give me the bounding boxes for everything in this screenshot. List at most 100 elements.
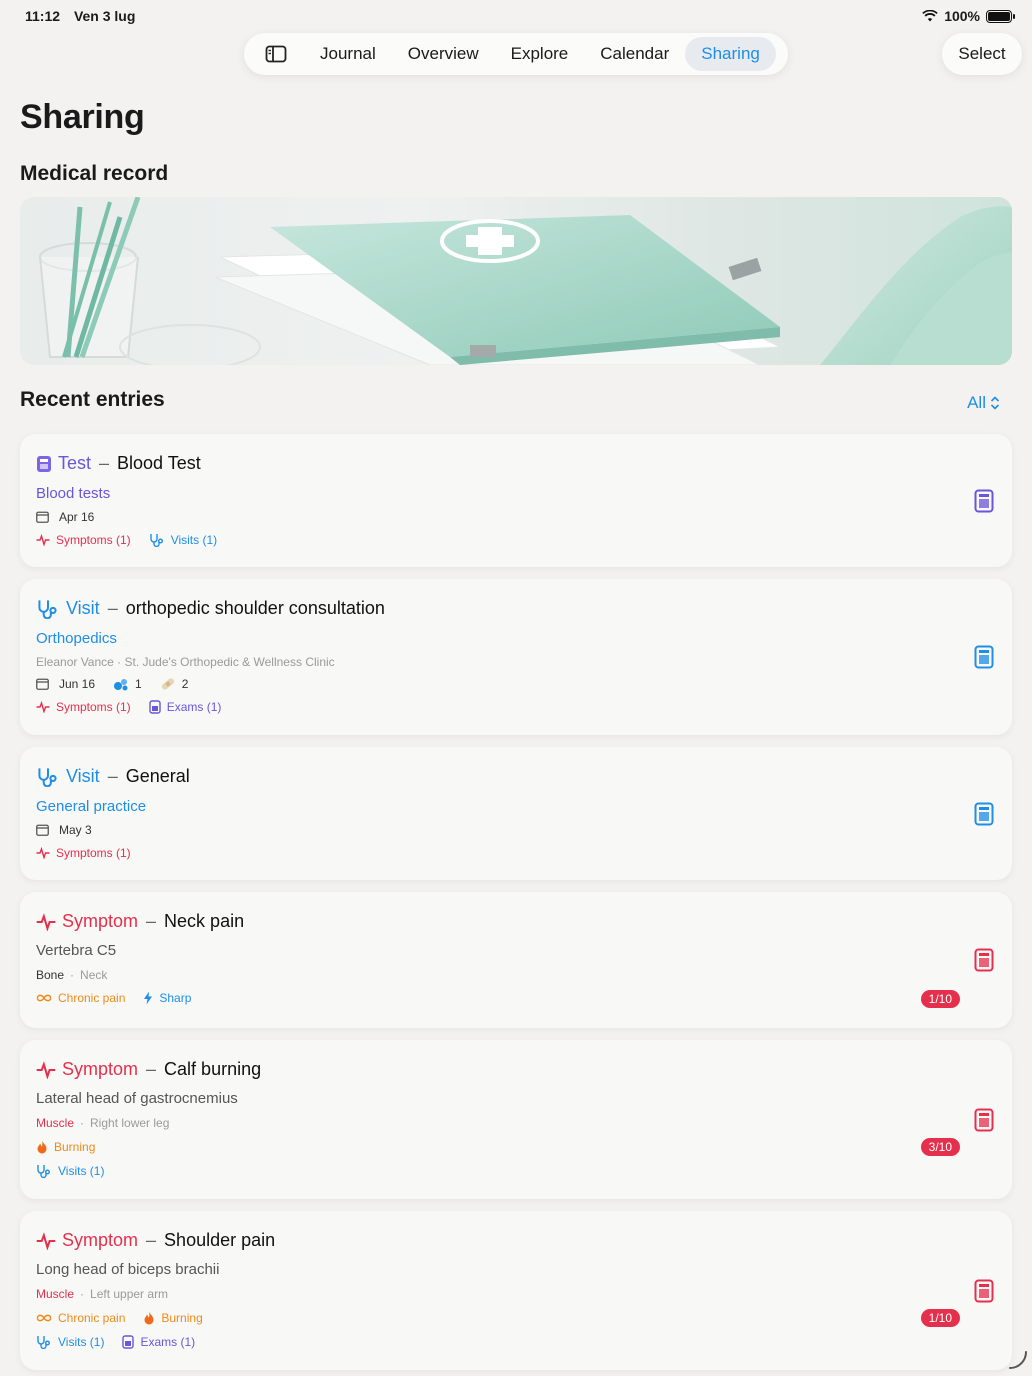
- document-icon[interactable]: [974, 1279, 994, 1303]
- heartbeat-icon: [36, 1231, 56, 1250]
- document-icon[interactable]: [974, 948, 994, 972]
- entry-date: Jun 16: [59, 677, 96, 691]
- entry-name: orthopedic shoulder consultation: [125, 598, 385, 618]
- entry-card-visit-general[interactable]: Visit – General General practice May 3 S…: [20, 747, 1012, 880]
- chronic-tag: Chronic pain: [58, 991, 126, 1005]
- filter-label: All: [967, 393, 986, 412]
- region-label: Neck: [80, 968, 108, 982]
- severity-badge: 1/10: [920, 990, 960, 1008]
- recent-entries-title: Recent entries: [20, 388, 165, 411]
- entry-date-row: Jun 16 1 2: [36, 677, 188, 691]
- entry-links-row: Visits (1) Exams (1): [36, 1335, 195, 1349]
- symptoms-link[interactable]: Symptoms (1): [56, 846, 131, 860]
- entry-category: Blood tests: [36, 485, 111, 502]
- visits-link[interactable]: Visits (1): [171, 533, 217, 547]
- bandage-icon: [161, 678, 174, 690]
- status-date: Ven 3 lug: [73, 8, 136, 24]
- heartbeat-icon: [36, 534, 50, 546]
- medical-record-image[interactable]: [20, 197, 1012, 365]
- severity-badge: 1/10: [920, 1309, 960, 1327]
- top-tab-bar: Journal Overview Explore Calendar Sharin…: [244, 33, 788, 75]
- separator: ·: [80, 1287, 85, 1301]
- flame-icon: [37, 1140, 47, 1154]
- infinity-icon: [36, 994, 52, 1002]
- heartbeat-icon: [36, 847, 50, 859]
- entry-date-row: May 3: [36, 823, 92, 837]
- stethoscope-icon: [38, 767, 57, 787]
- entry-tags-row: Burning: [36, 1140, 95, 1154]
- document-icon[interactable]: [974, 489, 994, 513]
- battery-percent: 100%: [944, 8, 980, 24]
- tab-explore[interactable]: Explore: [495, 37, 585, 71]
- status-right: 100%: [922, 8, 1015, 24]
- bandages-count: 2: [181, 677, 189, 691]
- document-icon[interactable]: [974, 645, 994, 669]
- sidebar-icon: [265, 45, 287, 63]
- filter-all-button[interactable]: All: [967, 393, 1000, 413]
- region-label: Right lower leg: [90, 1116, 170, 1130]
- status-time: 11:12: [25, 8, 61, 24]
- document-icon[interactable]: [974, 1108, 994, 1132]
- tab-journal[interactable]: Journal: [304, 37, 392, 71]
- entry-links-row: Symptoms (1): [36, 846, 131, 860]
- entry-date: May 3: [59, 823, 92, 837]
- meds-count: 1: [135, 677, 142, 691]
- test-tube-icon: [122, 1335, 135, 1349]
- entry-card-symptom-neck[interactable]: Symptom – Neck pain Vertebra C5 Bone · N…: [20, 892, 1012, 1028]
- entry-dash: –: [107, 766, 118, 786]
- stethoscope-icon: [37, 1165, 50, 1178]
- card-header: Symptom – Neck pain: [36, 911, 244, 932]
- stethoscope-icon: [37, 1336, 50, 1349]
- entry-card-test[interactable]: Test – Blood Test Blood tests Apr 16 Sym…: [20, 434, 1012, 567]
- entry-card-symptom-shoulder[interactable]: Symptom – Shoulder pain Long head of bic…: [20, 1211, 1012, 1370]
- document-icon[interactable]: [974, 802, 994, 826]
- resize-handle-icon[interactable]: [1006, 1348, 1028, 1370]
- entry-type: Symptom: [62, 1059, 139, 1079]
- entry-type: Symptom: [62, 911, 139, 931]
- separator: ·: [70, 968, 75, 982]
- entry-location: Long head of biceps brachii: [36, 1261, 220, 1278]
- tab-sharing[interactable]: Sharing: [685, 37, 776, 71]
- tab-calendar[interactable]: Calendar: [584, 37, 685, 71]
- stethoscope-icon: [149, 534, 163, 547]
- visits-link[interactable]: Visits (1): [58, 1335, 104, 1349]
- quality-tag: Sharp: [159, 991, 192, 1005]
- entry-dash: –: [146, 911, 157, 931]
- card-header: Symptom – Calf burning: [36, 1059, 261, 1080]
- medical-record-illustration: [39, 197, 1012, 365]
- entry-type: Visit: [66, 766, 100, 786]
- status-left: 11:12 Ven 3 lug: [25, 8, 135, 24]
- entry-name: Calf burning: [164, 1059, 262, 1079]
- battery-icon: [986, 9, 1015, 23]
- entry-name: Shoulder pain: [164, 1230, 276, 1250]
- entry-tags-row: Chronic pain Sharp: [36, 991, 191, 1005]
- entry-card-symptom-calf[interactable]: Symptom – Calf burning Lateral head of g…: [20, 1040, 1012, 1199]
- page-title: Sharing: [20, 98, 145, 136]
- entry-links-row: Visits (1): [36, 1164, 104, 1178]
- entry-category: Orthopedics: [36, 630, 117, 647]
- quality-tag: Burning: [54, 1140, 96, 1154]
- tissue-label: Muscle: [36, 1116, 75, 1130]
- symptoms-link[interactable]: Symptoms (1): [56, 533, 131, 547]
- symptoms-link[interactable]: Symptoms (1): [56, 700, 131, 714]
- tab-overview[interactable]: Overview: [392, 37, 495, 71]
- entry-card-visit-orthopedic[interactable]: Visit – orthopedic shoulder consultation…: [20, 579, 1012, 735]
- entry-tags-row: Chronic pain Burning: [36, 1311, 203, 1325]
- entry-type: Visit: [66, 598, 100, 618]
- exams-link[interactable]: Exams (1): [167, 700, 222, 714]
- heartbeat-icon: [36, 701, 50, 713]
- entry-tissue-row: Muscle · Left upper arm: [36, 1287, 168, 1301]
- status-bar: 11:12 Ven 3 lug 100%: [0, 0, 1032, 32]
- infinity-icon: [36, 1314, 52, 1322]
- visits-link[interactable]: Visits (1): [58, 1164, 104, 1178]
- calendar-icon: [36, 511, 49, 523]
- entry-name: Blood Test: [117, 453, 201, 473]
- entry-tissue-row: Muscle · Right lower leg: [36, 1116, 169, 1130]
- tissue-label: Muscle: [36, 1287, 75, 1301]
- medical-record-title: Medical record: [20, 162, 169, 185]
- card-header: Test – Blood Test: [36, 453, 201, 474]
- select-button[interactable]: Select: [942, 33, 1022, 75]
- sidebar-toggle-button[interactable]: [248, 37, 304, 71]
- exams-link[interactable]: Exams (1): [140, 1335, 195, 1349]
- entry-links-row: Symptoms (1) Visits (1): [36, 533, 217, 547]
